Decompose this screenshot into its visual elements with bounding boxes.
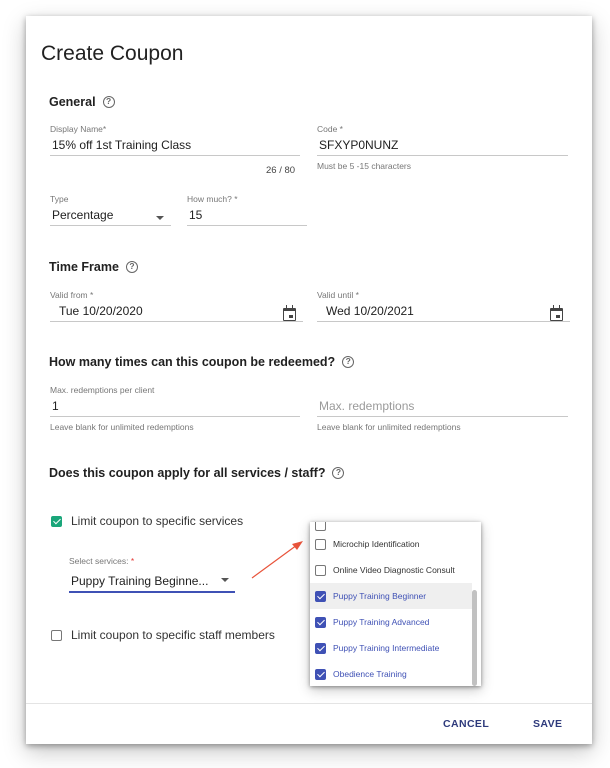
select-services-underline: [69, 591, 235, 593]
checkbox-icon[interactable]: [315, 616, 326, 628]
select-services-dropdown[interactable]: Select services: * Puppy Training Beginn…: [69, 555, 235, 593]
dropdown-item-label: Microchip Identification: [333, 539, 420, 549]
dropdown-scrollbar[interactable]: [472, 590, 477, 686]
limit-staff-label: Limit coupon to specific staff members: [71, 628, 275, 642]
dropdown-item-video-consult[interactable]: Online Video Diagnostic Consult: [310, 557, 472, 583]
checkbox-icon[interactable]: [315, 590, 326, 602]
dropdown-item-obedience[interactable]: Obedience Training: [310, 661, 472, 686]
limit-staff-checkbox-row[interactable]: Limit coupon to specific staff members: [51, 628, 275, 642]
select-services-value[interactable]: Puppy Training Beginne...: [69, 571, 219, 591]
valid-from-underline: [50, 321, 303, 322]
required-mark: *: [130, 556, 135, 566]
max-per-client-hint: Leave blank for unlimited redemptions: [50, 422, 194, 432]
max-per-client-field[interactable]: Max. redemptions per client 1 Leave blan…: [50, 384, 300, 433]
checkbox-icon[interactable]: [315, 668, 326, 680]
dropdown-item-puppy-advanced[interactable]: Puppy Training Advanced: [310, 609, 472, 635]
select-services-label-text: Select services:: [69, 556, 129, 566]
calendar-icon[interactable]: [550, 305, 563, 321]
how-much-underline: [187, 225, 307, 226]
help-icon[interactable]: ?: [332, 467, 345, 479]
dropdown-item-label: Puppy Training Advanced: [333, 617, 430, 627]
cancel-button[interactable]: CANCEL: [443, 718, 489, 730]
code-label: Code *: [317, 124, 343, 134]
dropdown-item-label: Puppy Training Intermediate: [333, 643, 440, 653]
type-label: Type: [50, 194, 69, 204]
section-general-heading: General: [49, 95, 96, 109]
caret-down-icon[interactable]: [156, 216, 164, 220]
footer-divider: [26, 703, 592, 704]
dropdown-item-label: Online Video Diagnostic Consult: [333, 565, 455, 575]
max-per-client-input[interactable]: 1: [50, 396, 300, 416]
help-icon[interactable]: ?: [102, 96, 115, 108]
display-name-counter: 26 / 80: [266, 165, 296, 176]
limit-staff-checkbox[interactable]: [51, 629, 62, 641]
display-name-underline: [50, 155, 300, 156]
section-redemptions-heading: How many times can this coupon be redeem…: [49, 355, 336, 369]
dropdown-item-label: Obedience Training: [333, 669, 407, 679]
checkbox-icon[interactable]: [315, 564, 326, 576]
code-field[interactable]: Code * SFXYP0NUNZ Must be 5 -15 characte…: [317, 123, 568, 172]
section-time-frame-heading: Time Frame: [49, 260, 119, 274]
limit-services-label: Limit coupon to specific services: [71, 514, 244, 528]
services-dropdown-menu: Microchip Identification Online Video Di…: [310, 522, 481, 686]
checkbox-icon[interactable]: [315, 538, 326, 550]
code-hint: Must be 5 -15 characters: [317, 161, 412, 171]
valid-until-field[interactable]: Valid until * Wed 10/20/2021: [317, 289, 570, 322]
save-button[interactable]: SAVE: [533, 718, 562, 730]
valid-until-input[interactable]: Wed 10/20/2021: [317, 301, 570, 321]
how-much-field[interactable]: How much? * 15: [187, 193, 307, 226]
valid-from-label: Valid from *: [50, 290, 94, 300]
type-underline: [50, 225, 171, 226]
section-time-frame: Time Frame ?: [49, 260, 138, 274]
max-per-client-underline: [50, 416, 300, 417]
dropdown-item-puppy-beginner[interactable]: Puppy Training Beginner: [310, 583, 472, 609]
code-input[interactable]: SFXYP0NUNZ: [317, 135, 568, 155]
valid-from-field[interactable]: Valid from * Tue 10/20/2020: [50, 289, 303, 322]
how-much-label: How much? *: [187, 194, 238, 204]
type-select[interactable]: Type Percentage: [50, 193, 171, 226]
type-value[interactable]: Percentage: [50, 205, 171, 225]
help-icon[interactable]: ?: [342, 356, 355, 368]
section-general: General ?: [49, 95, 115, 109]
checkbox-icon[interactable]: [315, 642, 326, 654]
valid-from-input[interactable]: Tue 10/20/2020: [50, 301, 303, 321]
dialog-title: Create Coupon: [41, 42, 184, 65]
max-per-client-label: Max. redemptions per client: [50, 385, 155, 395]
code-underline: [317, 155, 568, 156]
max-redemptions-field[interactable]: Max. redemptions Leave blank for unlimit…: [317, 396, 568, 433]
display-name-label: Display Name*: [50, 124, 107, 134]
limit-services-checkbox[interactable]: [51, 515, 62, 527]
caret-down-icon[interactable]: [221, 578, 229, 582]
display-name-field[interactable]: Display Name* 15% off 1st Training Class: [50, 123, 300, 156]
valid-until-underline: [317, 321, 570, 322]
dropdown-item-puppy-intermediate[interactable]: Puppy Training Intermediate: [310, 635, 472, 661]
limit-services-checkbox-row[interactable]: Limit coupon to specific services: [51, 514, 243, 528]
max-redemptions-input[interactable]: Max. redemptions: [317, 396, 568, 416]
checkbox-icon[interactable]: [315, 522, 326, 531]
select-services-label: Select services: *: [69, 555, 235, 567]
dropdown-item-label: Puppy Training Beginner: [333, 591, 427, 601]
section-applies: Does this coupon apply for all services …: [49, 466, 345, 480]
max-redemptions-underline: [317, 416, 568, 417]
create-coupon-dialog: Create Coupon General ? Display Name* 15…: [26, 16, 592, 744]
calendar-icon[interactable]: [283, 305, 296, 321]
section-applies-heading: Does this coupon apply for all services …: [49, 466, 326, 480]
valid-until-label: Valid until *: [317, 290, 359, 300]
section-redemptions: How many times can this coupon be redeem…: [49, 355, 355, 369]
dropdown-item-microchip[interactable]: Microchip Identification: [310, 531, 472, 557]
display-name-input[interactable]: 15% off 1st Training Class: [50, 135, 300, 155]
help-icon[interactable]: ?: [125, 261, 138, 273]
max-redemptions-hint: Leave blank for unlimited redemptions: [317, 422, 461, 432]
how-much-input[interactable]: 15: [187, 205, 307, 225]
